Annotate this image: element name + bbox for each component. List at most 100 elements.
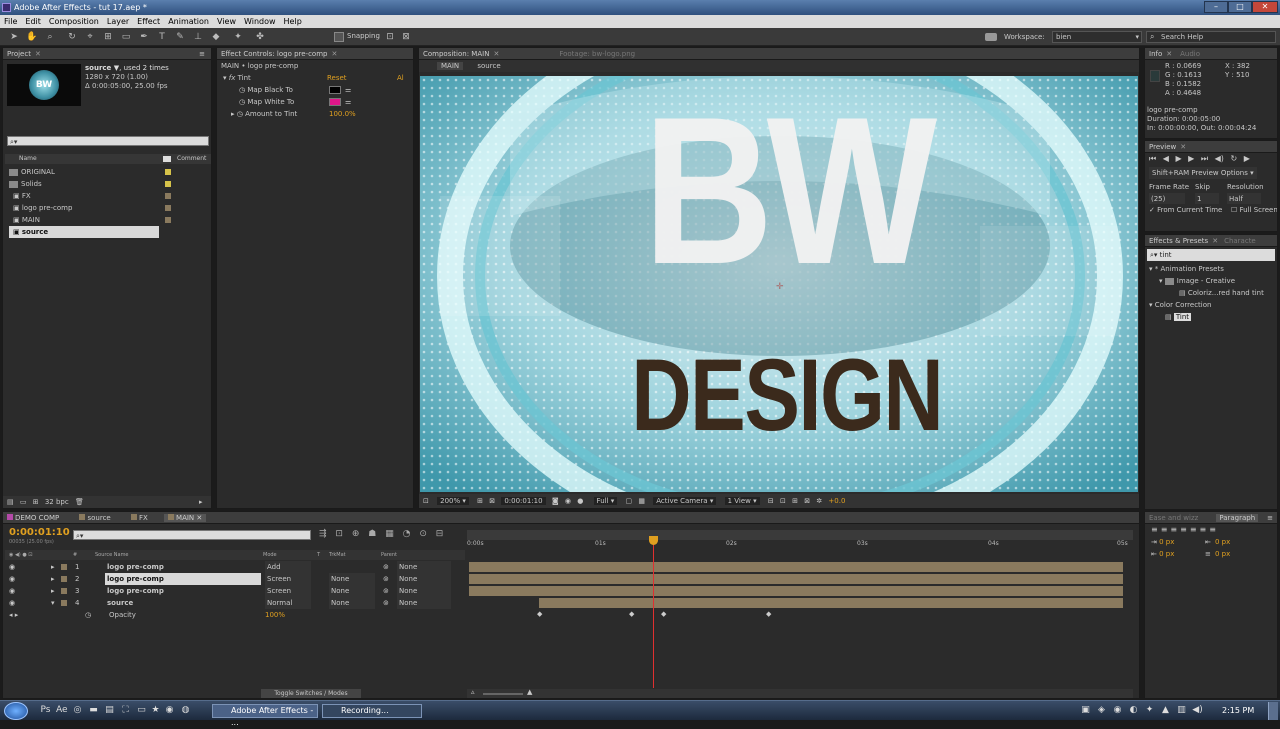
- zoom-in-icon[interactable]: ▲: [527, 688, 532, 696]
- delete-icon[interactable]: 🗑: [75, 498, 84, 506]
- browser-icon[interactable]: ◎: [72, 705, 83, 716]
- layer-name[interactable]: logo pre-comp: [105, 573, 261, 585]
- pan-behind-tool-icon[interactable]: ⊞: [102, 31, 114, 43]
- keyframe-nav-icon[interactable]: ◂ ▸: [9, 611, 18, 619]
- tree-animation-presets[interactable]: ▾ * Animation Presets: [1145, 263, 1277, 275]
- start-button[interactable]: [4, 702, 28, 720]
- network-icon[interactable]: ▥: [1176, 705, 1187, 716]
- effects-search-input[interactable]: ⌕▾ tint: [1147, 249, 1275, 261]
- transparency-grid-icon[interactable]: ▦: [638, 497, 645, 505]
- opacity-value[interactable]: 100%: [265, 609, 285, 621]
- trkmat-dropdown[interactable]: None: [329, 597, 375, 609]
- map-black-swatch[interactable]: [329, 86, 341, 94]
- snapshot-icon[interactable]: ◙: [552, 497, 559, 505]
- project-item-original[interactable]: ORIGINAL: [9, 166, 209, 178]
- folder-app-icon[interactable]: ▭: [136, 705, 147, 716]
- loop-icon[interactable]: ↻: [1230, 154, 1237, 163]
- project-item-name[interactable]: source ▼: [85, 64, 119, 72]
- selection-tool-icon[interactable]: ➤: [8, 31, 20, 43]
- effects-close-icon[interactable]: ✕: [1212, 237, 1218, 245]
- eye-icon[interactable]: ◉: [9, 587, 15, 595]
- exposure-icon[interactable]: ✲: [816, 497, 822, 505]
- layer-duration-bar[interactable]: [469, 574, 1123, 584]
- timeline-tab-fx[interactable]: FX: [130, 514, 148, 522]
- maximize-button[interactable]: □: [1228, 1, 1252, 13]
- label-swatch[interactable]: [61, 576, 67, 582]
- resolution-dropdown[interactable]: Full ▾: [593, 497, 618, 505]
- align-center-icon[interactable]: ≡: [1161, 525, 1171, 534]
- pen-tool-icon[interactable]: ✒: [138, 31, 150, 43]
- ram-preview-icon[interactable]: ▶: [1244, 154, 1250, 163]
- composition-close-icon[interactable]: ✕: [493, 50, 499, 58]
- pickwhip-icon[interactable]: ⊚: [383, 561, 389, 573]
- menu-composition[interactable]: Composition: [45, 15, 103, 28]
- network-app-icon[interactable]: ⛶: [120, 705, 131, 716]
- tray-icon-1[interactable]: ▣: [1080, 705, 1091, 716]
- snap-edge-icon[interactable]: ⊠: [400, 31, 412, 43]
- new-comp-icon[interactable]: ⊞: [33, 498, 39, 506]
- project-item-main[interactable]: ▣ MAIN: [9, 214, 209, 226]
- search-help-input[interactable]: Search Help: [1146, 31, 1276, 43]
- keyframe-icon[interactable]: ◆: [537, 610, 542, 618]
- project-search-input[interactable]: ⌕▾: [7, 136, 209, 146]
- show-desktop-button[interactable]: [1268, 702, 1278, 720]
- pickwhip-icon[interactable]: ⊚: [383, 573, 389, 585]
- media-icon[interactable]: ◉: [164, 705, 175, 716]
- color-channel-icon[interactable]: ●: [577, 497, 583, 505]
- comp-viewer[interactable]: BW DESIGN ✛: [420, 76, 1138, 492]
- audio-icon[interactable]: ◀): [1215, 154, 1224, 163]
- minimize-button[interactable]: –: [1204, 1, 1228, 13]
- timeline-tab-source[interactable]: source: [79, 514, 111, 522]
- tree-tint[interactable]: ▤ Tint: [1145, 311, 1277, 323]
- label-swatch[interactable]: [61, 564, 67, 570]
- snapping-checkbox[interactable]: [334, 32, 344, 42]
- paragraph-tab[interactable]: Paragraph: [1216, 514, 1259, 522]
- mode-dropdown[interactable]: Add: [265, 561, 311, 573]
- composition-tab[interactable]: Composition: MAIN: [423, 50, 489, 58]
- layer-row[interactable]: ◉ ▸ 3 logo pre-comp Screen None ⊚ None: [5, 585, 465, 597]
- region-icon[interactable]: ⊠: [489, 497, 495, 505]
- panel-menu-icon[interactable]: ≡: [199, 48, 205, 60]
- timeline-search-input[interactable]: ⌕▾: [73, 530, 311, 540]
- full-screen-checkbox[interactable]: ☐ Full Screen: [1231, 204, 1277, 216]
- crumb-source[interactable]: source: [477, 62, 500, 70]
- amount-to-tint-value[interactable]: 100.0%: [329, 108, 356, 120]
- menu-edit[interactable]: Edit: [21, 15, 45, 28]
- safe-zones-icon[interactable]: ⊞: [477, 497, 483, 505]
- preview-tab[interactable]: Preview: [1149, 143, 1176, 151]
- tree-image-creative[interactable]: ▾ Image - Creative: [1145, 275, 1277, 287]
- zoom-slider[interactable]: [483, 693, 523, 695]
- layer-row[interactable]: ◉ ▾ 4 source Normal None ⊚ None: [5, 597, 465, 609]
- from-current-checkbox[interactable]: ✓: [1149, 206, 1155, 214]
- project-item-logo-pre-comp[interactable]: ▣ logo pre-comp: [9, 202, 209, 214]
- label-swatch[interactable]: [61, 588, 67, 594]
- mode-dropdown[interactable]: Screen: [265, 585, 311, 597]
- col-name[interactable]: Name: [19, 155, 37, 162]
- pickwhip-icon[interactable]: ⊚: [383, 597, 389, 609]
- current-time-display[interactable]: 0:00:01:10: [501, 497, 546, 505]
- camera-tool-icon[interactable]: ⌖: [84, 31, 96, 43]
- effect-controls-close-icon[interactable]: ✕: [331, 50, 337, 58]
- new-folder-icon[interactable]: ▭: [20, 498, 27, 506]
- effect-tint-header[interactable]: ▾ fx Tint Reset Al: [217, 72, 413, 84]
- parent-dropdown[interactable]: None: [397, 561, 451, 573]
- layer-row[interactable]: ◉ ▸ 2 logo pre-comp Screen None ⊚ None: [5, 573, 465, 585]
- show-channel-icon[interactable]: ◉: [565, 497, 571, 505]
- close-button[interactable]: ✕: [1252, 1, 1278, 13]
- timeline-tab-close-icon[interactable]: ✕: [196, 514, 202, 522]
- library-icon[interactable]: ▤: [104, 705, 115, 716]
- preview-close-icon[interactable]: ✕: [1180, 143, 1186, 151]
- project-tab[interactable]: Project: [7, 50, 31, 58]
- trkmat-dropdown[interactable]: None: [329, 585, 375, 597]
- last-frame-icon[interactable]: ⏭: [1201, 154, 1208, 163]
- timeline-tab-demo-comp[interactable]: DEMO COMP: [7, 514, 59, 522]
- tray-icon-3[interactable]: ◉: [1112, 705, 1123, 716]
- layer-duration-bar[interactable]: [539, 598, 1123, 608]
- trkmat-dropdown[interactable]: None: [329, 573, 375, 585]
- taskbar-recording[interactable]: Recording...: [322, 704, 422, 718]
- col-trkmat[interactable]: TrkMat: [329, 550, 346, 560]
- menu-animation[interactable]: Animation: [164, 15, 213, 28]
- motion-blur-icon[interactable]: ◔: [403, 529, 411, 539]
- taskbar-after-effects[interactable]: Adobe After Effects - ...: [212, 704, 318, 727]
- work-area-bar[interactable]: [467, 530, 1133, 540]
